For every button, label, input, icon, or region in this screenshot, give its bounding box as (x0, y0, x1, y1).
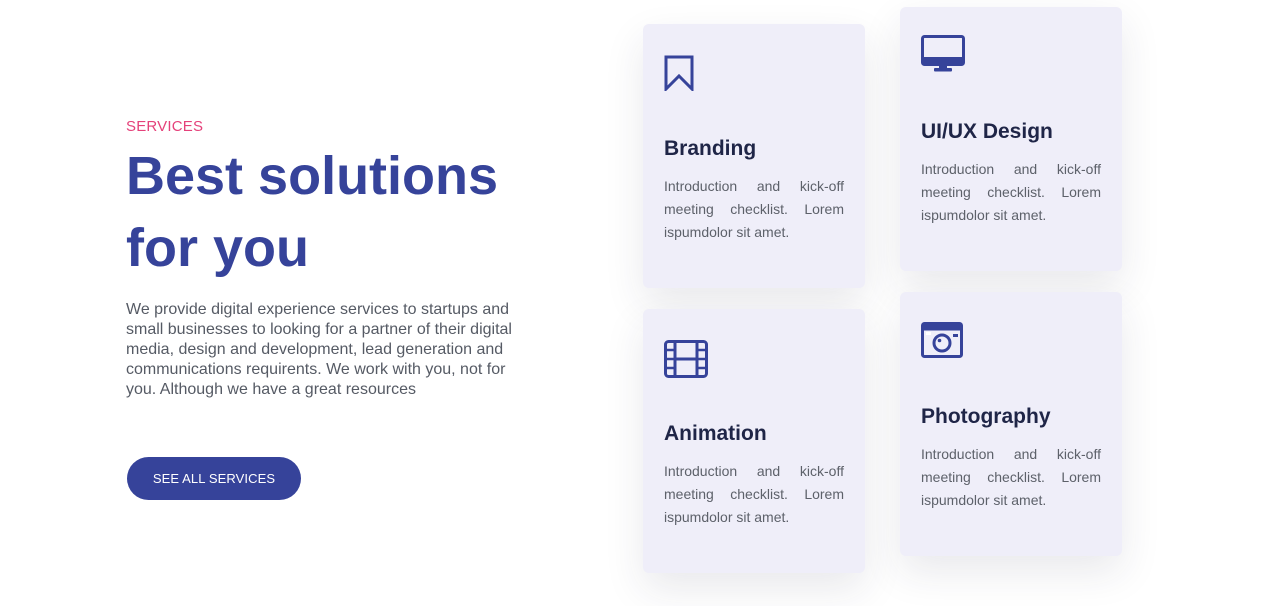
monitor-icon (921, 35, 965, 73)
section-description: We provide digital experience services t… (126, 301, 512, 398)
service-card-photography[interactable]: Photography Introduction and kick-off me… (900, 292, 1122, 556)
service-title: UI/UX Design (921, 120, 1053, 143)
service-description: Introduction and kick-off meeting checkl… (921, 446, 1101, 508)
bookmark-icon (664, 55, 694, 91)
service-description: Introduction and kick-off meeting checkl… (921, 161, 1101, 223)
service-title: Photography (921, 405, 1051, 428)
service-card-animation[interactable]: Animation Introduction and kick-off meet… (643, 309, 865, 573)
service-description: Introduction and kick-off meeting checkl… (664, 178, 844, 240)
section-headline: Best solutions for you (126, 146, 499, 278)
service-title: Branding (664, 137, 757, 160)
service-title: Animation (664, 422, 767, 445)
see-all-services-button[interactable]: SEE ALL SERVICES (127, 457, 301, 500)
service-description: Introduction and kick-off meeting checkl… (664, 463, 844, 525)
service-card-uiux-design[interactable]: UI/UX Design Introduction and kick-off m… (900, 7, 1122, 271)
services-section: SERVICES Best solutions for you We provi… (0, 0, 1264, 606)
section-eyebrow: SERVICES (126, 118, 204, 135)
service-card-branding[interactable]: Branding Introduction and kick-off meeti… (643, 24, 865, 288)
camera-icon (921, 322, 963, 358)
film-icon (664, 340, 708, 378)
